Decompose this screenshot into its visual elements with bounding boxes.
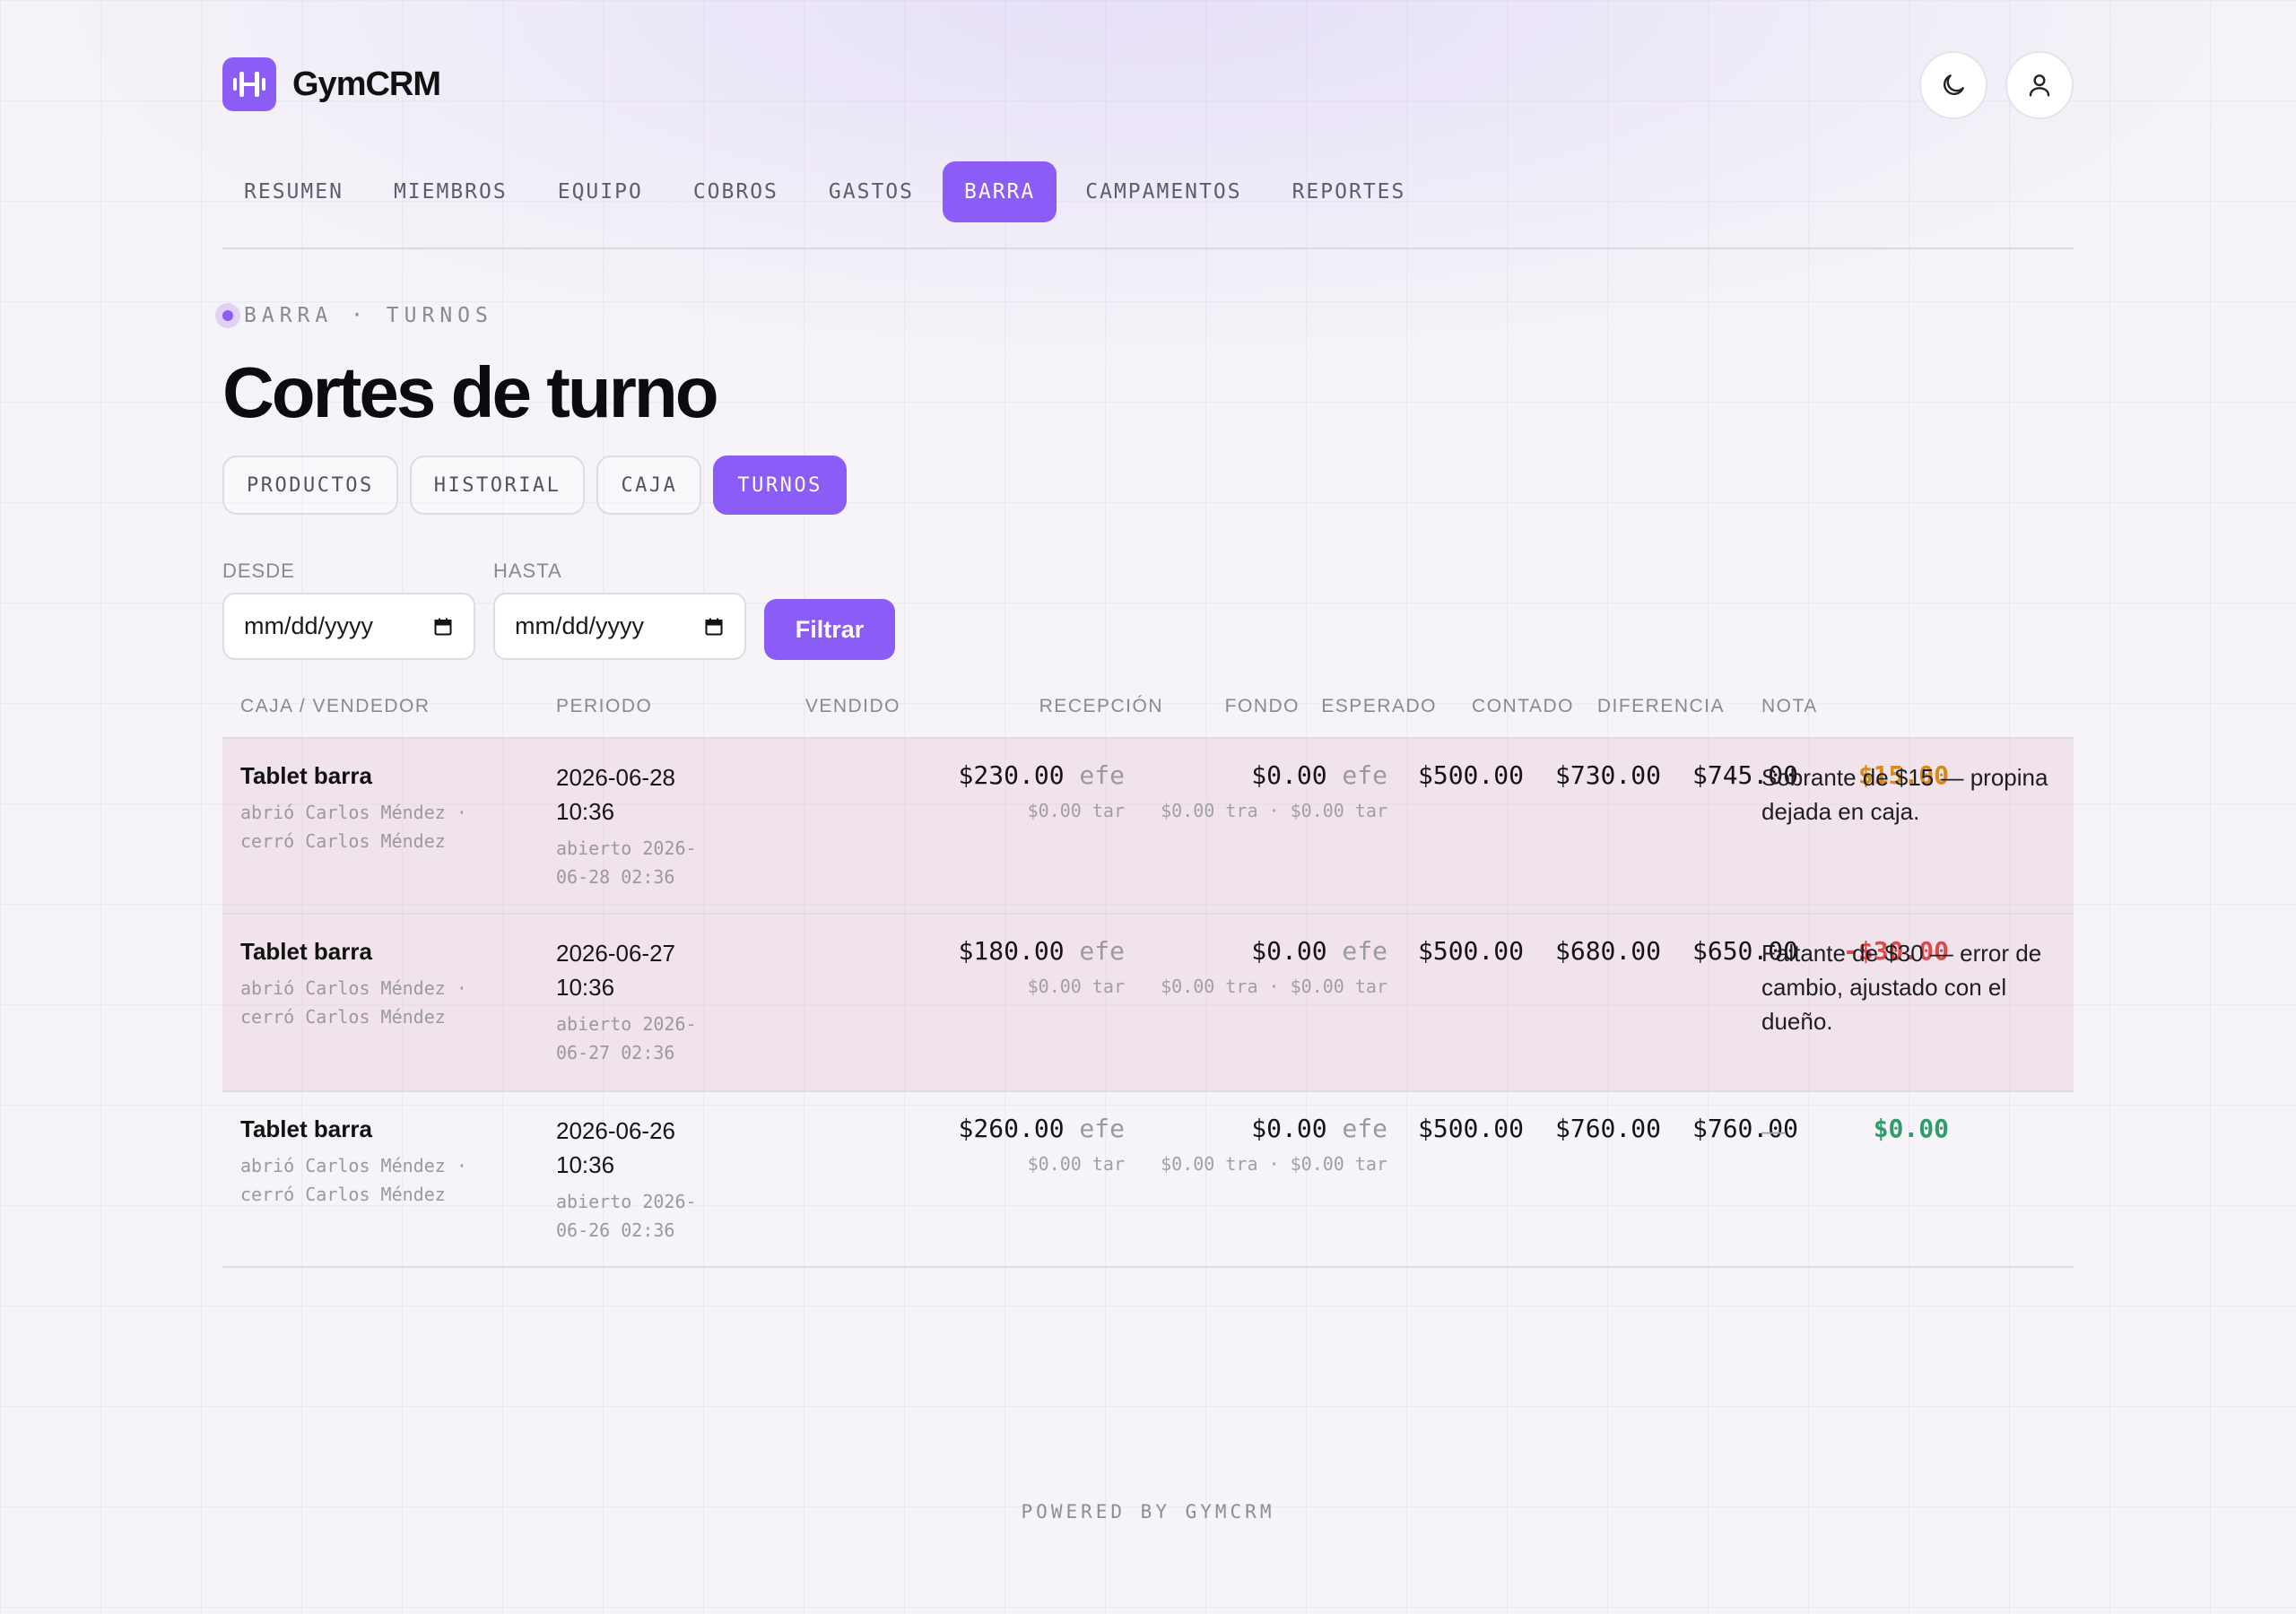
vendido-value: $180.00 efe xyxy=(958,936,1125,966)
col-periodo: PERIODO xyxy=(556,696,653,716)
main-nav: RESUMEN MIEMBROS EQUIPO COBROS GASTOS BA… xyxy=(222,161,1434,222)
periodo-date: 2026-06-26 xyxy=(556,1117,675,1144)
page-title: Cortes de turno xyxy=(222,352,719,432)
table-row[interactable]: Tablet barra abrió Carlos Méndez · cerró… xyxy=(222,739,2074,913)
fondo-value: $500.00 xyxy=(1417,936,1524,966)
periodo-date: 2026-06-27 xyxy=(556,940,675,967)
col-diferencia: DIFERENCIA xyxy=(1596,696,1725,716)
fondo-value: $500.00 xyxy=(1417,1114,1524,1143)
recepcion-sub: $0.00 tra · $0.00 tar xyxy=(1161,1153,1387,1175)
abierto-line1: abierto 2026- xyxy=(556,1013,697,1035)
recepcion-value: $0.00 efe xyxy=(1251,760,1387,790)
nav-divider xyxy=(222,247,2074,249)
vendido-sub: $0.00 tar xyxy=(1027,1153,1125,1175)
abrio-text: abrió Carlos Méndez · xyxy=(240,802,467,823)
vendido-sub: $0.00 tar xyxy=(1027,800,1125,821)
abierto-line2: 06-26 02:36 xyxy=(556,1219,675,1241)
nav-reportes[interactable]: REPORTES xyxy=(1271,161,1428,222)
nota-text: Sobrante de $15 — propina dejada en caja… xyxy=(1761,764,2048,825)
abierto-line1: abierto 2026- xyxy=(556,837,697,859)
table-row[interactable]: Tablet barra abrió Carlos Méndez · cerró… xyxy=(222,915,2074,1090)
cerro-text: cerró Carlos Méndez xyxy=(240,830,446,852)
esperado-value: $730.00 xyxy=(1554,760,1661,790)
nav-miembros[interactable]: MIEMBROS xyxy=(372,161,529,222)
breadcrumb: BARRA · TURNOS xyxy=(215,303,493,328)
calendar-icon xyxy=(705,618,723,635)
vendido-sub: $0.00 tar xyxy=(1027,976,1125,997)
tab-caja[interactable]: CAJA xyxy=(596,456,702,515)
caja-name: Tablet barra xyxy=(240,762,372,789)
calendar-icon xyxy=(434,618,452,635)
desde-date-value: mm/dd/yyyy xyxy=(244,612,374,639)
recepcion-value: $0.00 efe xyxy=(1251,1114,1387,1143)
col-caja-vendedor: CAJA / VENDEDOR xyxy=(240,696,430,716)
esperado-value: $680.00 xyxy=(1554,936,1661,966)
nav-campamentos[interactable]: CAMPAMENTOS xyxy=(1064,161,1263,222)
col-recepcion: RECEPCIÓN xyxy=(1039,696,1163,716)
nav-resumen[interactable]: RESUMEN xyxy=(222,161,365,222)
dumbbell-logo-icon xyxy=(222,57,276,111)
breadcrumb-text: BARRA · TURNOS xyxy=(244,304,493,327)
col-vendido: VENDIDO xyxy=(804,696,900,716)
col-esperado: ESPERADO xyxy=(1321,696,1437,716)
recepcion-sub: $0.00 tra · $0.00 tar xyxy=(1161,800,1387,821)
abrio-text: abrió Carlos Méndez · xyxy=(240,1155,467,1176)
nav-gastos[interactable]: GASTOS xyxy=(807,161,935,222)
cerro-text: cerró Carlos Méndez xyxy=(240,1006,446,1028)
esperado-value: $760.00 xyxy=(1554,1114,1661,1143)
status-dot-icon xyxy=(215,303,240,328)
hasta-date-input[interactable]: mm/dd/yyyy xyxy=(493,593,746,660)
vendido-value: $260.00 efe xyxy=(958,1114,1125,1143)
tab-productos[interactable]: PRODUCTOS xyxy=(222,456,398,515)
filtrar-button[interactable]: Filtrar xyxy=(764,599,895,660)
theme-toggle-button[interactable] xyxy=(1919,51,1987,119)
col-nota: NOTA xyxy=(1761,696,1818,716)
caja-name: Tablet barra xyxy=(240,1115,372,1142)
desde-label: DESDE xyxy=(222,560,295,582)
tab-historial[interactable]: HISTORIAL xyxy=(409,456,586,515)
nav-equipo[interactable]: EQUIPO xyxy=(536,161,665,222)
abrio-text: abrió Carlos Méndez · xyxy=(240,977,467,999)
user-menu-button[interactable] xyxy=(2005,51,2074,119)
desde-date-input[interactable]: mm/dd/yyyy xyxy=(222,593,475,660)
col-fondo: FONDO xyxy=(1224,696,1300,716)
table-row[interactable]: Tablet barra abrió Carlos Méndez · cerró… xyxy=(222,1092,2074,1266)
abierto-line2: 06-28 02:36 xyxy=(556,866,675,888)
nav-barra[interactable]: BARRA xyxy=(943,161,1057,222)
footer-powered-by: POWERED BY GYMCRM xyxy=(1021,1501,1275,1523)
moon-icon xyxy=(1944,74,1964,95)
app-name: GymCRM xyxy=(292,65,441,103)
brand[interactable]: GymCRM xyxy=(222,57,441,111)
barra-subtabs: PRODUCTOS HISTORIAL CAJA TURNOS xyxy=(222,456,858,515)
periodo-time: 10:36 xyxy=(556,1151,615,1178)
recepcion-value: $0.00 efe xyxy=(1251,936,1387,966)
col-contado: CONTADO xyxy=(1472,696,1574,716)
nav-cobros[interactable]: COBROS xyxy=(672,161,800,222)
abierto-line1: abierto 2026- xyxy=(556,1191,697,1212)
table-bottom-divider xyxy=(222,1266,2074,1268)
nota-text: — xyxy=(1761,1117,1785,1144)
nota-text: Faltante de $30 — error de cambio, ajust… xyxy=(1761,940,2042,1035)
caja-name: Tablet barra xyxy=(240,938,372,965)
fondo-value: $500.00 xyxy=(1417,760,1524,790)
periodo-time: 10:36 xyxy=(556,798,615,825)
tab-turnos[interactable]: TURNOS xyxy=(713,456,847,515)
periodo-time: 10:36 xyxy=(556,974,615,1001)
hasta-date-value: mm/dd/yyyy xyxy=(515,612,645,639)
abierto-line2: 06-27 02:36 xyxy=(556,1042,675,1063)
vendido-value: $230.00 efe xyxy=(958,760,1125,790)
cerro-text: cerró Carlos Méndez xyxy=(240,1184,446,1205)
hasta-label: HASTA xyxy=(493,560,562,582)
periodo-date: 2026-06-28 xyxy=(556,764,675,791)
recepcion-sub: $0.00 tra · $0.00 tar xyxy=(1161,976,1387,997)
user-icon xyxy=(2029,74,2050,97)
